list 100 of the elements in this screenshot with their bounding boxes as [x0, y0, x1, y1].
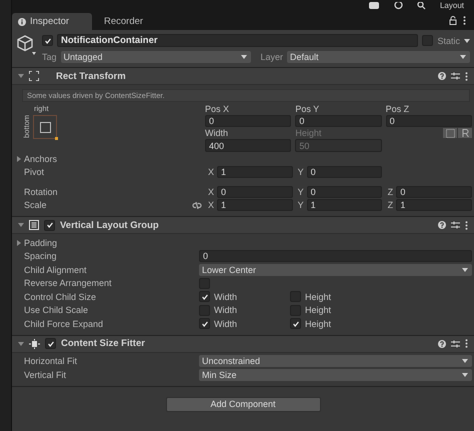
property-label: Child Force Expand: [24, 318, 104, 329]
sliders-icon[interactable]: [451, 221, 460, 229]
axis-label: X: [207, 167, 215, 178]
number-field[interactable]: 0: [217, 186, 293, 198]
property-label: Control Child Size: [24, 292, 96, 302]
axis-label: X: [207, 186, 215, 197]
field-label: Pos X: [205, 104, 230, 114]
dropdown[interactable]: Unconstrained: [199, 355, 472, 368]
property-label: Pivot: [24, 167, 44, 178]
foldout-arrow-icon[interactable]: [16, 240, 22, 246]
foldout-label[interactable]: Anchors: [24, 154, 58, 164]
number-field[interactable]: 0: [205, 115, 292, 127]
fitter-icon: [29, 338, 40, 348]
number-field[interactable]: 0: [295, 115, 382, 127]
checkbox-label: Height: [305, 305, 332, 316]
active-checkbox[interactable]: [42, 35, 53, 46]
axis-label: Y: [296, 186, 305, 197]
number-field[interactable]: 0: [386, 115, 472, 127]
property-label: Spacing: [24, 251, 57, 262]
foldout-arrow-icon[interactable]: [18, 222, 24, 228]
number-field[interactable]: 1: [217, 199, 293, 212]
help-icon[interactable]: [438, 72, 446, 80]
checkbox-label: Width: [214, 292, 238, 302]
caret-icon: [462, 359, 468, 364]
property-label: Scale: [24, 200, 47, 210]
corners-icon: [29, 71, 39, 81]
more-icon[interactable]: [465, 339, 468, 348]
checkbox[interactable]: [290, 318, 301, 330]
checkbox[interactable]: [199, 278, 210, 289]
tag-dropdown[interactable]: Untagged: [60, 50, 251, 62]
foldout-arrow-icon[interactable]: [18, 340, 24, 346]
component-title: Rect Transform: [56, 70, 126, 82]
checkbox-label: Height: [305, 318, 332, 329]
checkbox-label: Height: [305, 292, 332, 302]
property-label: Horizontal Fit: [24, 356, 78, 366]
number-field[interactable]: 1: [217, 166, 293, 178]
help-icon[interactable]: [438, 340, 446, 348]
lock-icon[interactable]: [449, 16, 457, 25]
axis-label: Z: [386, 186, 394, 197]
name-field[interactable]: NotificationContainer: [57, 34, 418, 47]
blueprint-button[interactable]: [443, 128, 457, 138]
list-icon: [29, 220, 39, 230]
layer-dropdown[interactable]: Default: [287, 50, 470, 62]
number-field[interactable]: 0: [306, 166, 382, 178]
layer-label: Layer: [260, 52, 284, 62]
raw-edit-button[interactable]: [458, 128, 472, 138]
component-title: Vertical Layout Group: [60, 220, 159, 230]
static-checkbox[interactable]: [422, 35, 434, 46]
caret-icon[interactable]: [464, 38, 470, 42]
foldout-arrow-icon[interactable]: [16, 156, 22, 162]
checkbox-label: Width: [214, 318, 238, 329]
property-label: Child Alignment: [24, 264, 87, 275]
search-icon[interactable]: [416, 2, 426, 10]
axis-label: Z: [386, 200, 394, 210]
number-field[interactable]: 400: [205, 139, 292, 152]
axis-label: X: [207, 200, 215, 210]
dropdown[interactable]: Lower Center: [199, 264, 472, 276]
layout-dropdown[interactable]: Layout: [440, 0, 464, 10]
info-icon: [18, 18, 26, 26]
sliders-icon[interactable]: [451, 72, 460, 80]
static-label: Static: [437, 36, 460, 46]
tab[interactable]: Inspector: [12, 13, 92, 30]
field-label: Pos Y: [295, 104, 320, 114]
checkbox[interactable]: [199, 318, 210, 330]
more-icon[interactable]: [465, 72, 468, 80]
anchor-preset-button[interactable]: [33, 115, 57, 139]
caret-icon: [460, 54, 466, 58]
cube-icon[interactable]: [16, 34, 38, 56]
property-label: Rotation: [24, 186, 58, 197]
more-icon[interactable]: [463, 16, 466, 25]
more-icon[interactable]: [465, 220, 468, 230]
property-label: Reverse Arrangement: [24, 278, 112, 288]
number-field[interactable]: 0: [199, 250, 472, 262]
component-header[interactable]: Rect Transform: [12, 68, 474, 85]
component-header[interactable]: Content Size Fitter: [12, 336, 474, 352]
caret-icon: [462, 372, 468, 377]
caret-icon: [462, 268, 468, 272]
enabled-checkbox[interactable]: [45, 338, 56, 349]
number-field[interactable]: 0: [306, 186, 382, 198]
tab[interactable]: Recorder: [98, 13, 156, 30]
number-field[interactable]: 0: [396, 186, 472, 198]
tag-label: Tag: [42, 52, 57, 62]
number-field[interactable]: 1: [396, 199, 472, 212]
axis-label: Y: [296, 167, 305, 178]
field-label: Width: [205, 128, 230, 138]
axis-label: Y: [296, 200, 305, 210]
checkbox[interactable]: [199, 291, 210, 302]
dropdown[interactable]: Min Size: [199, 368, 472, 381]
property-label: Use Child Scale: [24, 305, 88, 316]
number-field[interactable]: 1: [306, 199, 382, 212]
foldout-label[interactable]: Padding: [24, 238, 58, 248]
enabled-checkbox[interactable]: [44, 220, 55, 230]
help-icon[interactable]: [438, 221, 446, 229]
add-component-button[interactable]: Add Component: [166, 396, 320, 412]
sliders-icon[interactable]: [451, 340, 460, 348]
component-title: Content Size Fitter: [61, 338, 145, 349]
foldout-arrow-icon[interactable]: [18, 73, 24, 79]
broken-link-icon[interactable]: [192, 202, 202, 209]
checkbox-label: Width: [214, 305, 238, 316]
component-header[interactable]: Vertical Layout Group: [12, 217, 474, 234]
